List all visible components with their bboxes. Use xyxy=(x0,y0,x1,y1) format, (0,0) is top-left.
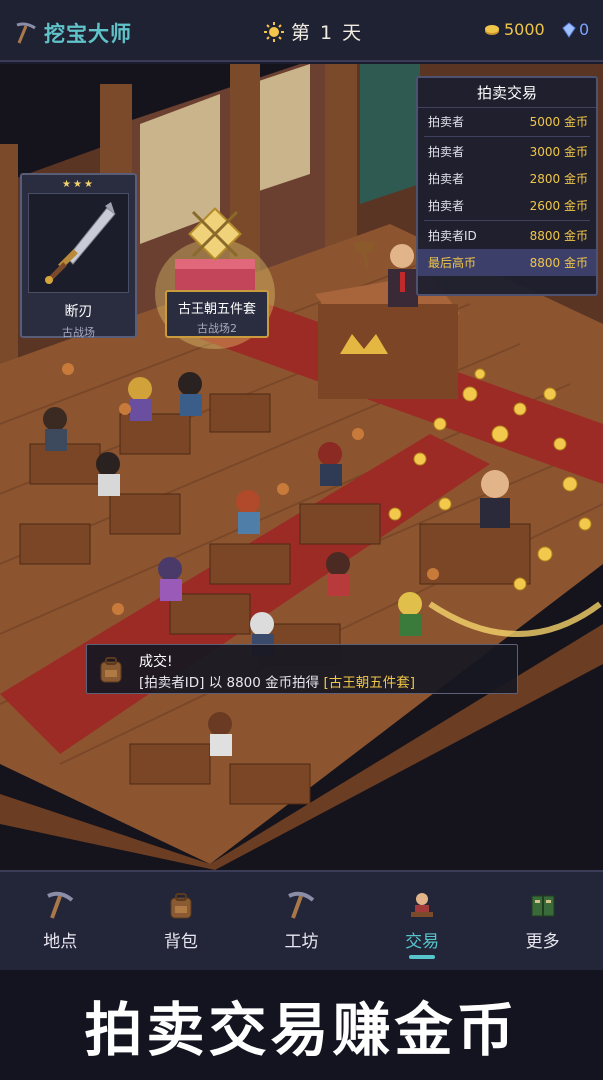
bidder-name: 拍卖者 xyxy=(428,172,465,186)
bid-row: 拍卖者 3000 金币 xyxy=(418,138,596,165)
divider xyxy=(424,220,590,221)
bid-amount: 8800 金币 xyxy=(529,229,588,243)
bidder-name: 拍卖者ID xyxy=(428,229,477,243)
notice-item-name: [古王朝五件套] xyxy=(323,675,415,691)
nav-label: 背包 xyxy=(163,932,198,952)
bid-amount: 8800 金币 xyxy=(529,256,588,270)
bid-row: 拍卖者 5000 金币 xyxy=(418,108,596,135)
bid-amount: 3000 金币 xyxy=(529,145,588,159)
broken-sword-icon xyxy=(45,202,116,284)
nav-item-workshop[interactable]: 工坊 xyxy=(241,872,362,972)
bid-row: 拍卖者ID 8800 金币 xyxy=(418,222,596,249)
rarity-stars: ★★★ xyxy=(62,179,95,190)
auction-hall-scene: ★★★ 断刃 古战场 古王朝五件套 古战场2 拍卖交易 拍卖者 5000 金币 … xyxy=(0,64,603,870)
gold-coin-icon xyxy=(485,24,499,35)
nav-item-trade[interactable]: 交易 xyxy=(362,872,483,972)
bid-row-highest: 最后高币 8800 金币 xyxy=(418,249,596,276)
bidder-name: 拍卖者 xyxy=(428,145,465,159)
item-name: 断刃 xyxy=(64,304,93,320)
promo-slogan: 拍卖交易赚金币 xyxy=(84,996,519,1064)
book-icon xyxy=(531,895,555,917)
nav-label: 地点 xyxy=(43,932,78,952)
app-title: 挖宝大师 xyxy=(44,22,132,46)
item-image-frame xyxy=(28,193,129,293)
sale-notification: 成交! [拍卖者ID] 以 8800 金币拍得 [古王朝五件套] xyxy=(86,644,518,694)
merchant-icon xyxy=(411,893,434,917)
notice-title: 成交! xyxy=(139,654,173,670)
backpack-icon xyxy=(170,893,192,919)
pickaxe-icon xyxy=(16,22,36,44)
auction-panel-title: 拍卖交易 xyxy=(418,78,596,108)
gem-counter: 0 xyxy=(562,20,589,39)
bid-row: 拍卖者 2800 金币 xyxy=(418,165,596,192)
gem-amount: 0 xyxy=(579,20,590,39)
promo-banner: 拍卖交易赚金币 xyxy=(0,970,603,1080)
bidder-name: 拍卖者 xyxy=(428,115,465,129)
featured-item-label[interactable]: 古王朝五件套 古战场2 xyxy=(165,290,269,338)
gem-icon xyxy=(562,21,576,38)
notice-text: [拍卖者ID] 以 8800 金币拍得 xyxy=(139,675,324,691)
bidder-name: 最后高币 xyxy=(428,256,477,270)
pickaxe-icon xyxy=(288,891,315,919)
nav-item-more[interactable]: 更多 xyxy=(482,872,603,972)
backpack-icon xyxy=(100,657,122,683)
auction-bid-panel: 拍卖交易 拍卖者 5000 金币 拍卖者 3000 金币 拍卖者 2800 金币… xyxy=(416,76,598,296)
bid-amount: 2600 金币 xyxy=(529,199,588,213)
brand: 挖宝大师 xyxy=(14,18,132,48)
bidder-name: 拍卖者 xyxy=(428,199,465,213)
bid-row: 拍卖者 2600 金币 xyxy=(418,192,596,219)
divider xyxy=(424,136,590,137)
active-indicator xyxy=(409,955,436,959)
item-card-broken-blade[interactable]: ★★★ 断刃 古战场 xyxy=(20,173,137,339)
coin-amount: 5000 xyxy=(504,20,545,39)
nav-label: 更多 xyxy=(525,932,560,952)
nav-item-backpack[interactable]: 背包 xyxy=(121,872,242,972)
day-indicator: 第 1 天 xyxy=(263,18,363,45)
featured-item-name: 古王朝五件套 xyxy=(177,302,256,317)
coin-counter: 5000 xyxy=(484,20,545,39)
featured-item-location: 古战场2 xyxy=(197,322,237,335)
sun-icon xyxy=(264,21,284,42)
nav-item-locations[interactable]: 地点 xyxy=(0,872,121,972)
nav-label: 交易 xyxy=(405,932,440,952)
day-label: 第 1 天 xyxy=(291,22,364,44)
top-bar: 挖宝大师 第 1 天 5000 0 xyxy=(0,0,603,62)
bottom-nav: 地点 背包 工坊 交易 更多 xyxy=(0,870,603,970)
notice-message: [拍卖者ID] 以 8800 金币拍得 [古王朝五件套] xyxy=(139,671,415,691)
notice-avatar xyxy=(95,654,127,690)
item-location: 古战场 xyxy=(62,326,95,339)
nav-label: 工坊 xyxy=(284,932,319,952)
pickaxe-icon xyxy=(47,891,74,919)
bid-amount: 2800 金币 xyxy=(529,172,588,186)
bid-amount: 5000 金币 xyxy=(529,115,588,129)
